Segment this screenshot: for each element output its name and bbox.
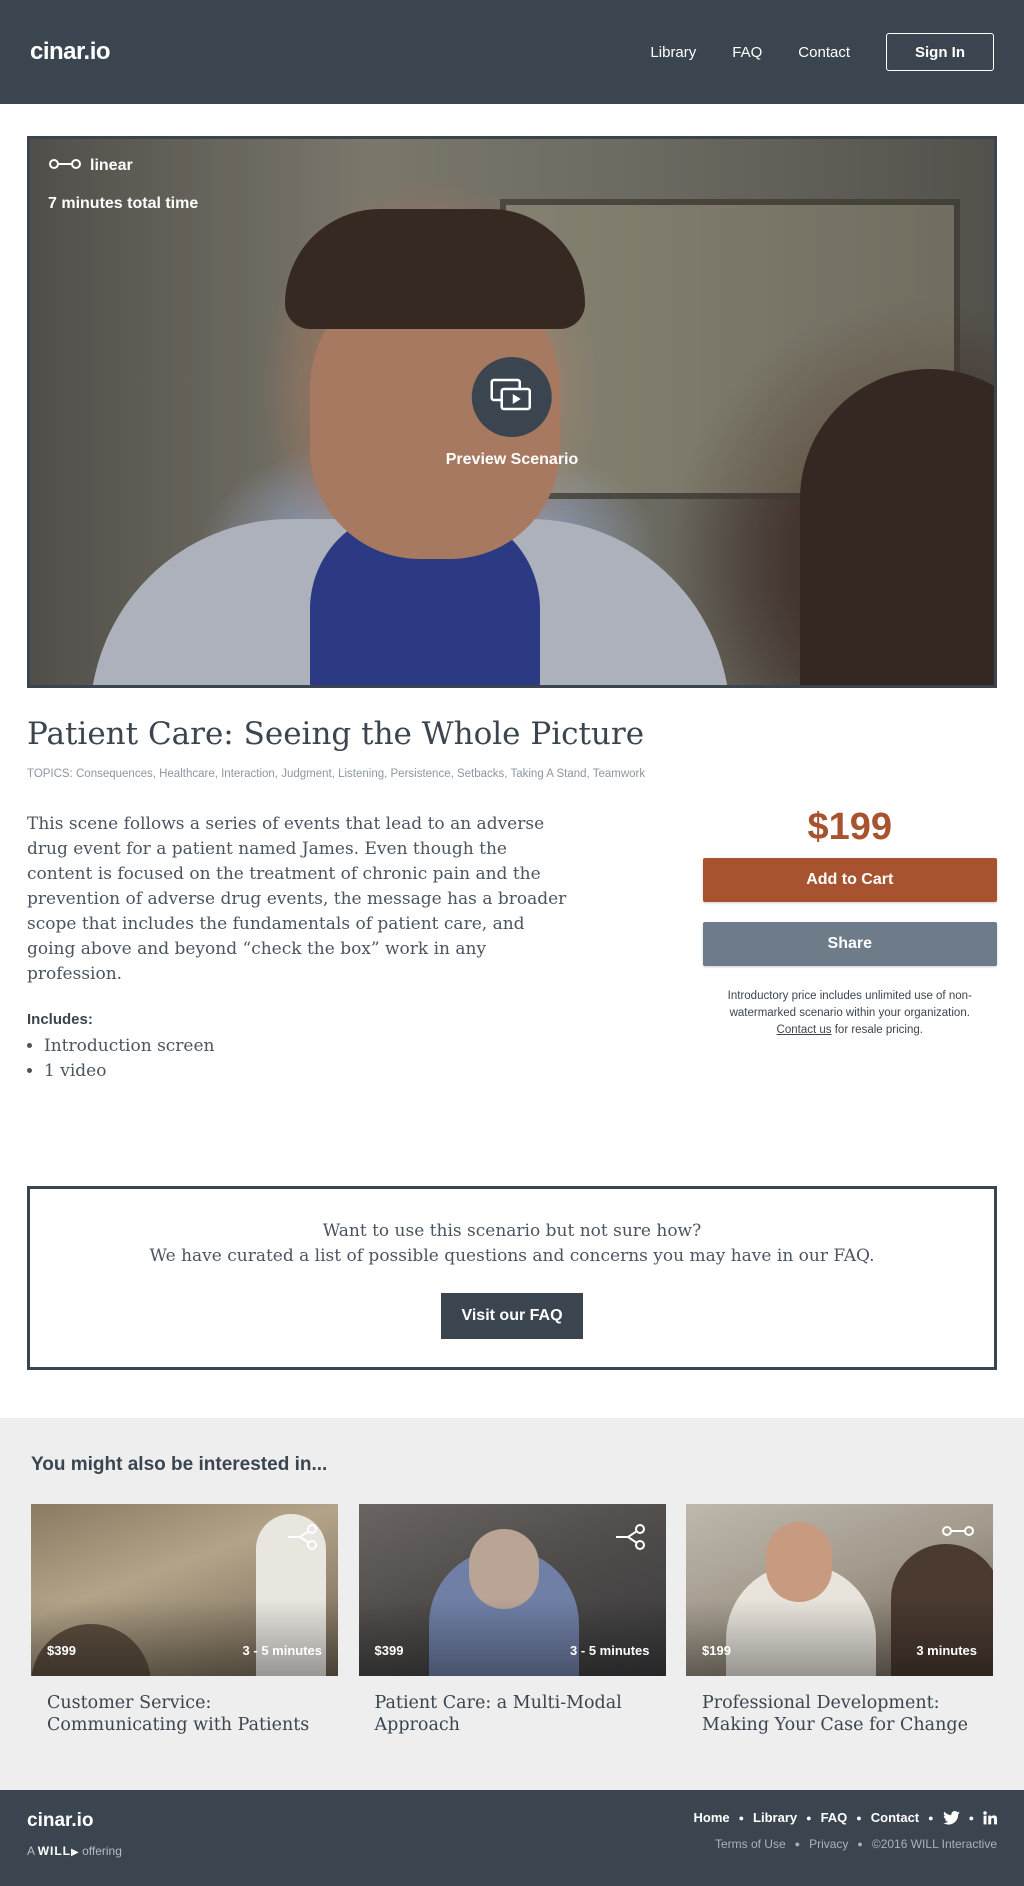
footer-nav: Home ● Library ● FAQ ● Contact ● ● — [693, 1810, 997, 1825]
add-to-cart-button[interactable]: Add to Cart — [702, 858, 997, 902]
footer-nav-library[interactable]: Library — [753, 1810, 797, 1825]
scenario-title: Patient Care: Seeing the Whole Picture — [27, 716, 645, 752]
footer-links: Home ● Library ● FAQ ● Contact ● ● Terms… — [693, 1810, 997, 1886]
main-nav: Library FAQ Contact Sign In — [614, 33, 994, 71]
card-thumbnail[interactable]: $199 3 minutes — [686, 1504, 993, 1676]
will-arrow-icon: ▶ — [71, 1847, 79, 1858]
nav-contact[interactable]: Contact — [798, 44, 850, 61]
purchase-panel: $199 Add to Cart Share Introductory pric… — [702, 806, 998, 1084]
list-item: 1 video — [44, 1059, 570, 1084]
site-footer: cinar.io A WILL▶ offering Home ● Library… — [0, 1790, 1024, 1886]
preview-button[interactable] — [471, 357, 552, 437]
share-button[interactable]: Share — [702, 922, 997, 966]
footer-nav-faq[interactable]: FAQ — [821, 1810, 848, 1825]
includes-list: Introduction screen 1 video — [27, 1034, 570, 1084]
branching-icon — [286, 1524, 320, 1555]
card-price: $199 — [702, 1643, 731, 1658]
branching-icon — [614, 1524, 648, 1555]
includes-label: Includes: — [27, 1011, 93, 1028]
pricing-note-text: Introductory price includes unlimited us… — [727, 990, 972, 1019]
visit-faq-button[interactable]: Visit our FAQ — [441, 1293, 583, 1339]
nav-faq[interactable]: FAQ — [732, 44, 762, 61]
contact-us-link[interactable]: Contact us — [777, 1024, 832, 1036]
card-thumbnail[interactable]: $399 3 - 5 minutes — [358, 1504, 666, 1676]
faq-line-2: We have curated a list of possible quest… — [149, 1246, 875, 1266]
preview-label[interactable]: Preview Scenario — [446, 451, 579, 469]
scenario-description: This scene follows a series of events th… — [27, 814, 567, 984]
card-duration: 3 minutes — [916, 1643, 977, 1658]
card-duration: 3 - 5 minutes — [570, 1643, 650, 1658]
linear-icon — [941, 1524, 975, 1542]
card-title[interactable]: Patient Care: a Multi-Modal Approach — [375, 1692, 650, 1736]
site-logo[interactable]: cinar.io — [30, 38, 111, 66]
scenario-topics: TOPICS: Consequences, Healthcare, Intera… — [27, 768, 646, 780]
footer-tagline: A WILL▶ offering — [27, 1844, 122, 1858]
twitter-icon[interactable] — [942, 1810, 960, 1825]
related-card[interactable]: $399 3 - 5 minutes Patient Care: a Multi… — [358, 1504, 666, 1736]
list-item: Introduction screen — [44, 1034, 570, 1059]
card-price: $399 — [374, 1643, 404, 1658]
pricing-note: Introductory price includes unlimited us… — [703, 988, 998, 1039]
related-card[interactable]: $399 3 - 5 minutes Customer Service: Com… — [31, 1504, 338, 1736]
related-scenarios: You might also be interested in... $399 … — [0, 1418, 1024, 1790]
related-cards: $399 3 - 5 minutes Customer Service: Com… — [31, 1504, 993, 1736]
footer-logo[interactable]: cinar.io — [27, 1810, 122, 1832]
price: $199 — [807, 806, 893, 848]
footer-nav-contact[interactable]: Contact — [871, 1810, 919, 1825]
will-logo: WILL — [37, 1844, 72, 1858]
copyright: ©2016 WILL Interactive — [871, 1837, 997, 1851]
scenario-content: This scene follows a series of events th… — [27, 806, 998, 1084]
privacy-link[interactable]: Privacy — [809, 1837, 848, 1851]
scenario-type: linear — [48, 157, 198, 175]
footer-legal: Terms of Use ● Privacy ● ©2016 WILL Inte… — [714, 1837, 997, 1851]
faq-callout: Want to use this scenario but not sure h… — [27, 1186, 997, 1370]
terms-link[interactable]: Terms of Use — [715, 1837, 786, 1851]
preview-scenario[interactable]: Preview Scenario — [446, 357, 579, 469]
hero-info: linear 7 minutes total time — [48, 157, 198, 213]
footer-brand: cinar.io A WILL▶ offering — [27, 1810, 122, 1886]
footer-nav-home[interactable]: Home — [693, 1810, 729, 1825]
description-column: This scene follows a series of events th… — [27, 812, 570, 1084]
scenario-total-time: 7 minutes total time — [48, 195, 199, 212]
video-stack-icon — [490, 378, 534, 417]
card-thumbnail[interactable]: $399 3 - 5 minutes — [31, 1504, 338, 1676]
card-title[interactable]: Professional Development: Making Your Ca… — [702, 1692, 977, 1736]
card-price: $399 — [47, 1643, 76, 1658]
scenario-hero[interactable]: linear 7 minutes total time Preview Scen… — [27, 136, 997, 688]
scenario-type-label: linear — [90, 157, 133, 174]
linkedin-icon[interactable] — [983, 1810, 997, 1825]
related-heading: You might also be interested in... — [31, 1454, 328, 1475]
faq-line-1: Want to use this scenario but not sure h… — [322, 1221, 702, 1241]
linear-icon — [48, 157, 82, 175]
pricing-note-suffix: for resale pricing. — [831, 1024, 923, 1036]
site-header: cinar.io Library FAQ Contact Sign In — [0, 0, 1024, 104]
sign-in-button[interactable]: Sign In — [886, 33, 994, 71]
related-card[interactable]: $199 3 minutes Professional Development:… — [686, 1504, 993, 1736]
card-title[interactable]: Customer Service: Communicating with Pat… — [47, 1692, 322, 1736]
nav-library[interactable]: Library — [650, 44, 696, 61]
card-duration: 3 - 5 minutes — [242, 1643, 322, 1658]
